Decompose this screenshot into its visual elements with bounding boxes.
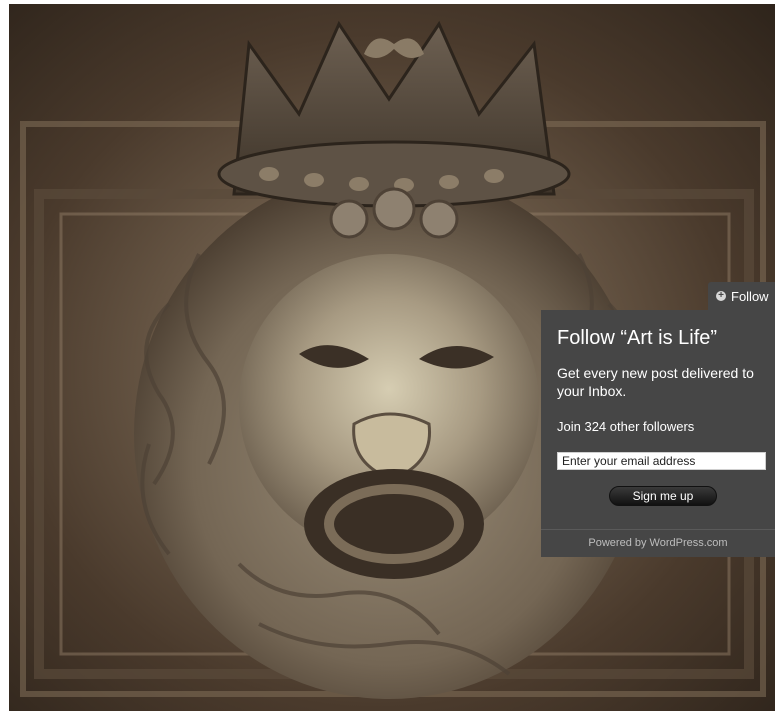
- fleur-de-lis: [364, 38, 424, 58]
- email-input[interactable]: [557, 452, 766, 470]
- sign-me-up-button[interactable]: Sign me up: [609, 486, 717, 506]
- follow-panel: Follow “Art is Life” Get every new post …: [541, 310, 775, 557]
- follow-panel-description: Get every new post delivered to your Inb…: [557, 365, 754, 399]
- plus-circle-icon: +: [716, 291, 726, 301]
- powered-by-link[interactable]: Powered by WordPress.com: [541, 529, 775, 557]
- blog-page: + Follow Follow “Art is Life” Get every …: [0, 0, 775, 717]
- follower-count-text: Join 324 other followers: [557, 419, 695, 434]
- follow-tab-label: Follow: [731, 288, 769, 304]
- follow-tab-button[interactable]: + Follow: [708, 282, 775, 310]
- follow-panel-title: Follow “Art is Life”: [557, 327, 718, 349]
